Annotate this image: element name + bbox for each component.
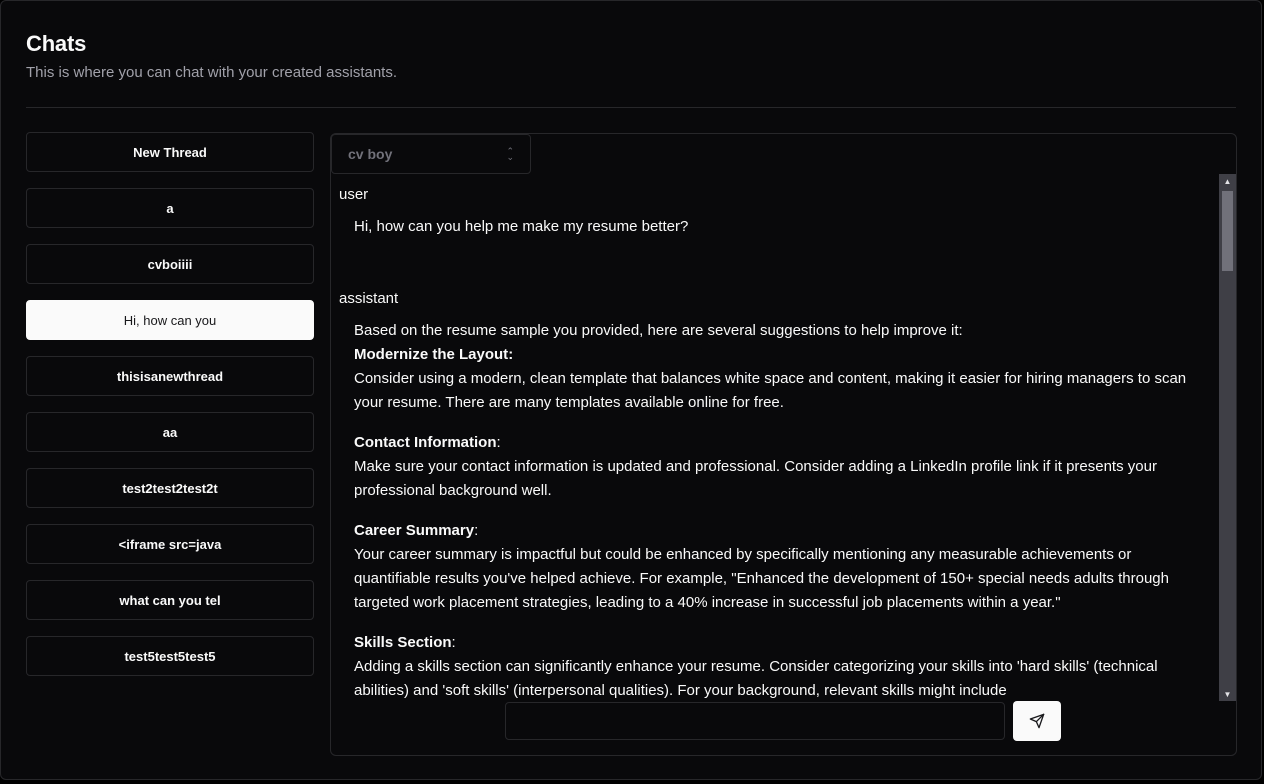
thread-item[interactable]: aa — [26, 412, 314, 452]
thread-item-active[interactable]: Hi, how can you — [26, 300, 314, 340]
page-subtitle: This is where you can chat with your cre… — [26, 64, 398, 81]
suggestion-section: Modernize the Layout: Consider using a m… — [354, 343, 1194, 415]
section-heading-colon: : — [496, 434, 501, 451]
section-heading: Modernize the Layout — [354, 346, 509, 363]
thread-item[interactable]: test2test2test2t — [26, 468, 314, 508]
message-input[interactable] — [505, 702, 1005, 740]
header-divider — [26, 107, 1236, 108]
scroll-thumb[interactable] — [1222, 191, 1233, 271]
send-button[interactable] — [1013, 701, 1061, 741]
user-message: Hi, how can you help me make my resume b… — [354, 215, 1194, 239]
thread-item[interactable]: thisisanewthread — [26, 356, 314, 396]
thread-list: New Thread a cvboiiii Hi, how can you th… — [26, 132, 314, 692]
thread-item[interactable]: cvboiiii — [26, 244, 314, 284]
chat-panel: cv boy ⌃ ⌄ user Hi, how can you help me m… — [330, 133, 1237, 756]
thread-item[interactable]: what can you tel — [26, 580, 314, 620]
assistant-role-label: assistant — [339, 290, 399, 307]
section-heading: Skills Section — [354, 634, 452, 651]
section-heading: Career Summary — [354, 522, 475, 539]
suggestion-section: Skills Section: Adding a skills section … — [354, 631, 1194, 701]
thread-item[interactable]: <iframe src=java — [26, 524, 314, 564]
scroll-up-arrow-icon[interactable]: ▲ — [1219, 174, 1236, 188]
user-role-label: user — [339, 186, 369, 203]
section-heading: Contact Information — [354, 434, 497, 451]
suggestion-section: Contact Information: Make sure your cont… — [354, 431, 1194, 503]
section-body: Adding a skills section can significantl… — [354, 658, 1158, 699]
section-body: Consider using a modern, clean template … — [354, 370, 1187, 411]
message-list[interactable]: user Hi, how can you help me make my res… — [331, 174, 1219, 701]
section-body: Your career summary is impactful but cou… — [354, 546, 1169, 611]
section-heading-colon: : — [451, 634, 456, 651]
assistant-select-value: cv boy — [348, 146, 393, 162]
chevrons-up-down-icon: ⌃ ⌄ — [506, 146, 514, 162]
suggestion-section: Career Summary: Your career summary is i… — [354, 519, 1194, 615]
section-heading-colon: : — [474, 522, 479, 539]
chats-page: Chats This is where you can chat with yo… — [0, 0, 1262, 780]
user-message-text: Hi, how can you help me make my resume b… — [354, 218, 689, 235]
message-scrollbar[interactable]: ▲ ▼ — [1219, 174, 1236, 701]
assistant-intro: Based on the resume sample you provided,… — [354, 322, 963, 339]
new-thread-button[interactable]: New Thread — [26, 132, 314, 172]
page-title: Chats — [26, 31, 87, 56]
assistant-select[interactable]: cv boy ⌃ ⌄ — [331, 134, 531, 174]
send-icon — [1029, 713, 1045, 729]
thread-item[interactable]: test5test5test5 — [26, 636, 314, 676]
assistant-message: Based on the resume sample you provided,… — [354, 319, 1194, 701]
section-body: Make sure your contact information is up… — [354, 458, 1157, 499]
thread-item[interactable]: a — [26, 188, 314, 228]
section-heading-colon: : — [508, 346, 514, 363]
scroll-down-arrow-icon[interactable]: ▼ — [1219, 687, 1236, 701]
